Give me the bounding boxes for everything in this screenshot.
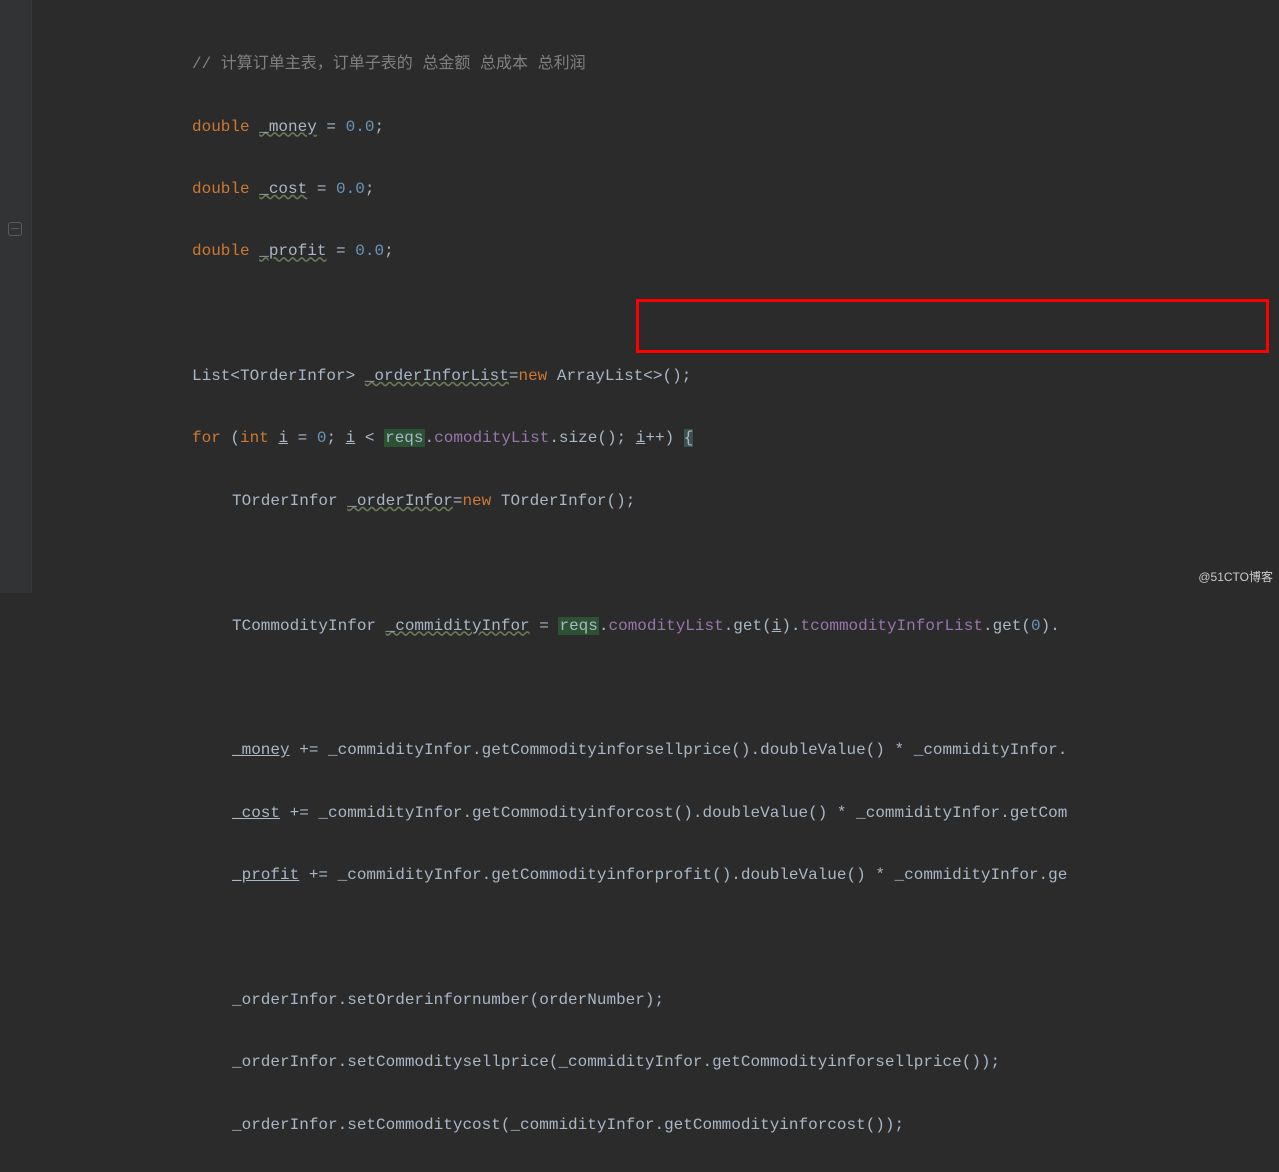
code-line: List<TOrderInfor> _orderInforList=new Ar… <box>32 361 1067 392</box>
blank-line <box>32 299 1067 330</box>
code-line: double _cost = 0.0; <box>32 174 1067 205</box>
editor-gutter <box>0 0 32 593</box>
code-line: for (int i = 0; i < reqs.comodityList.si… <box>32 423 1067 454</box>
code-line: _money += _commidityInfor.getCommodityin… <box>32 735 1067 766</box>
blank-line <box>32 922 1067 953</box>
code-line: double _profit = 0.0; <box>32 236 1067 267</box>
code-line: double _money = 0.0; <box>32 112 1067 143</box>
blank-line <box>32 548 1067 579</box>
code-line: _profit += _commidityInfor.getCommodityi… <box>32 860 1067 891</box>
comment: // 计算订单主表，订单子表的 总金额 总成本 总利润 <box>192 55 586 73</box>
code-line: _cost += _commidityInfor.getCommodityinf… <box>32 798 1067 829</box>
blank-line <box>32 673 1067 704</box>
watermark: @51CTO博客 <box>1198 566 1273 589</box>
code-line: _orderInfor.setOrderinfornumber(orderNum… <box>32 985 1067 1016</box>
highlighted-var: reqs <box>384 429 424 447</box>
code-line: TOrderInfor _orderInfor=new TOrderInfor(… <box>32 486 1067 517</box>
code-line: // 计算订单主表，订单子表的 总金额 总成本 总利润 <box>32 49 1067 80</box>
code-line: _orderInfor.setCommoditysellprice(_commi… <box>32 1047 1067 1078</box>
code-line: _orderInfor.setCommoditycost(_commidityI… <box>32 1110 1067 1141</box>
fold-icon[interactable] <box>8 222 22 236</box>
code-editor[interactable]: // 计算订单主表，订单子表的 总金额 总成本 总利润 double _mone… <box>32 18 1067 1172</box>
code-line: TCommodityInfor _commidityInfor = reqs.c… <box>32 611 1067 642</box>
highlighted-var: reqs <box>558 617 598 635</box>
